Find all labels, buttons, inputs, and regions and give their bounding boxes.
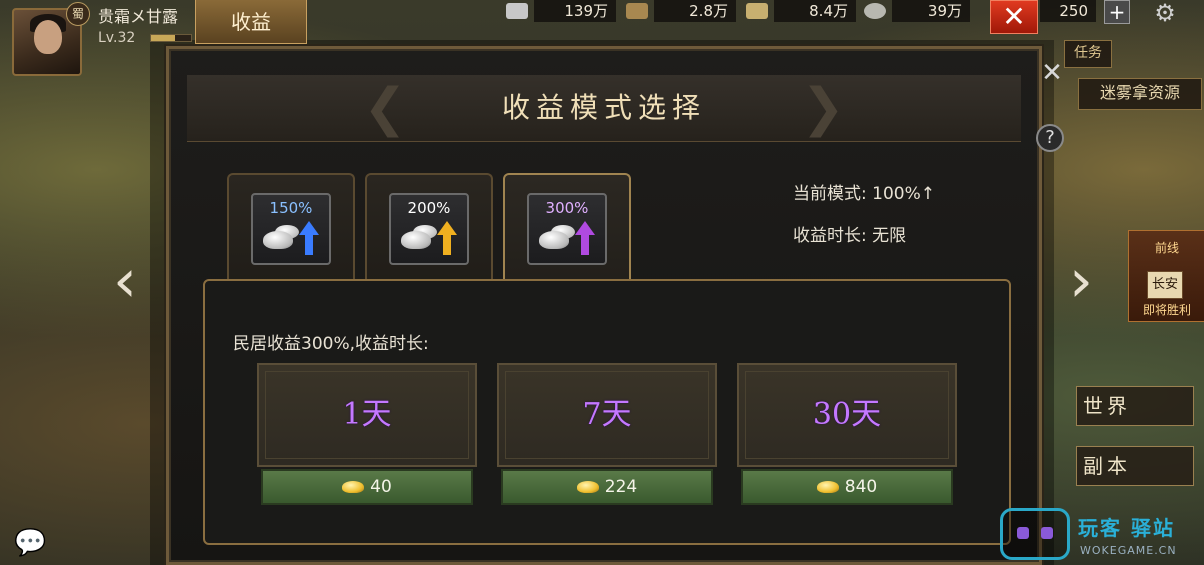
frontline-city-card[interactable]: 前线 长安 即将胜利	[1128, 230, 1204, 322]
logo-eye	[1017, 527, 1029, 539]
panel-label: 民居收益300%,收益时长:	[233, 334, 429, 354]
silver-ingot-icon	[263, 231, 293, 249]
dialog-title: 收益模式选择	[501, 91, 706, 124]
resource-grain: 8.4万	[774, 0, 856, 22]
duration-card-face: 30天	[737, 363, 957, 467]
buy-7-days-button[interactable]: 224	[501, 469, 713, 505]
gold-ingot-icon	[576, 481, 599, 493]
mode-tab-300[interactable]: 300%	[503, 173, 631, 289]
mode-icon-200: 200%	[389, 193, 469, 265]
add-gold-button[interactable]: +	[1104, 0, 1130, 24]
mode-icon-300: 300%	[527, 193, 607, 265]
prev-arrow-icon[interactable]: ‹	[104, 251, 146, 314]
arrow-stem	[305, 235, 313, 255]
fog-resource-button[interactable]: 迷雾拿资源	[1078, 78, 1202, 110]
income-tab[interactable]: 收益	[195, 0, 307, 44]
resource-silver: 139万	[534, 0, 616, 22]
player-level: Lv.32	[98, 30, 136, 46]
current-mode-text: 当前模式: 100%↑	[793, 184, 935, 204]
buy-1-day-button[interactable]: 40	[261, 469, 473, 505]
kingdom-badge: 蜀	[66, 2, 90, 26]
duration-card-30-days[interactable]: 30天 840	[737, 363, 957, 511]
exp-bar-fill	[151, 35, 175, 41]
arrow-up-icon	[437, 221, 457, 235]
income-duration-text: 收益时长: 无限	[793, 226, 907, 246]
world-button[interactable]: 世界	[1076, 386, 1194, 426]
cost-value: 840	[844, 477, 878, 497]
dungeon-button[interactable]: 副本	[1076, 446, 1194, 486]
cost-value: 224	[604, 477, 638, 497]
arrow-stem	[581, 235, 589, 255]
arrow-up-icon	[299, 221, 319, 235]
silver-ingot-icon	[401, 231, 431, 249]
mode-tab-150[interactable]: 150%	[227, 173, 355, 283]
duration-card-7-days[interactable]: 7天 224	[497, 363, 717, 511]
city-front-label: 前线	[1154, 241, 1179, 255]
cost-value: 40	[370, 477, 392, 497]
gold-ingot-icon	[342, 481, 365, 493]
help-icon[interactable]: ?	[1036, 124, 1064, 152]
close-panel-button[interactable]: ✕	[990, 0, 1038, 34]
next-arrow-icon[interactable]: ›	[1060, 251, 1102, 314]
mode-icon-150: 150%	[251, 193, 331, 265]
duration-card-face: 7天	[497, 363, 717, 467]
wood-icon	[626, 3, 648, 19]
watermark-subtext: WOKEGAME.CN	[1080, 544, 1177, 557]
duration-label: 30天	[812, 397, 882, 432]
task-button[interactable]: 任务	[1064, 40, 1112, 68]
settings-gear-icon[interactable]: ⚙	[1150, 0, 1180, 26]
top-bar: 蜀 贵霜メ甘露 Lv.32 收益 139万 2.8万 8.4万 39万 ✕ 25…	[0, 0, 1204, 76]
duration-panel: 民居收益300%,收益时长: 1天 40 7天 224 30天 840	[203, 279, 1011, 545]
chat-bubble-icon[interactable]: 💬	[14, 528, 54, 560]
arrow-stem	[443, 235, 451, 255]
resource-stone: 39万	[892, 0, 970, 22]
dialog-close-icon[interactable]: ✕	[1040, 60, 1064, 86]
mode-percent: 300%	[545, 199, 589, 217]
duration-label: 1天	[342, 397, 392, 432]
stone-icon	[864, 3, 886, 19]
watermark-text: 玩客 驿站	[1078, 516, 1175, 540]
arrow-up-icon	[575, 221, 595, 235]
silver-ingot-icon	[539, 231, 569, 249]
mode-tab-200[interactable]: 200%	[365, 173, 493, 283]
exp-bar	[150, 34, 192, 42]
watermark-logo-icon	[1000, 508, 1070, 560]
duration-label: 7天	[582, 397, 632, 432]
buy-30-days-button[interactable]: 840	[741, 469, 953, 505]
mode-percent: 150%	[269, 199, 313, 217]
duration-card-1-day[interactable]: 1天 40	[257, 363, 477, 511]
avatar-face	[34, 20, 62, 54]
mode-percent: 200%	[407, 199, 451, 217]
resource-wood: 2.8万	[654, 0, 736, 22]
income-mode-dialog: ❮ ❯ 收益模式选择 150% 200% 300% 当前模式: 100%↑ 收益…	[166, 46, 1042, 565]
logo-eye	[1041, 527, 1053, 539]
dialog-header: ❮ ❯ 收益模式选择	[187, 75, 1021, 142]
city-status: 即将胜利	[1142, 303, 1191, 317]
player-name: 贵霜メ甘露	[98, 7, 179, 26]
resource-gold: 250	[1040, 0, 1096, 22]
grain-icon	[746, 3, 768, 19]
silver-ingot-icon	[506, 3, 528, 19]
city-name: 长安	[1147, 271, 1183, 299]
gold-ingot-icon	[816, 481, 839, 493]
duration-card-face: 1天	[257, 363, 477, 467]
